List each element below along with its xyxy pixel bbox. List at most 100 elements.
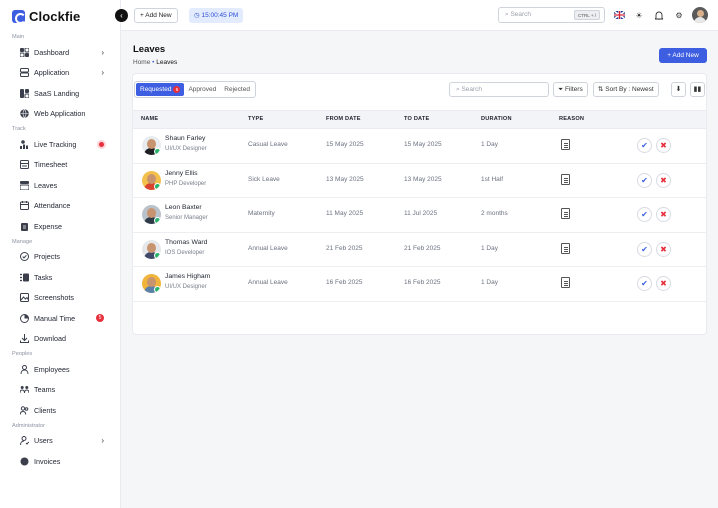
employee-name[interactable]: James Higham: [165, 273, 210, 280]
filters-label: Filters: [565, 86, 583, 93]
employee-avatar[interactable]: [142, 239, 161, 259]
breadcrumb-home[interactable]: Home: [133, 59, 150, 66]
approve-button[interactable]: ✔: [637, 138, 652, 153]
user-avatar[interactable]: [692, 7, 708, 23]
logo[interactable]: Clockfie: [0, 0, 120, 32]
sidebar-item-label: Web Application: [34, 109, 86, 119]
leaves-card: Requested 5 Approved Rejected ⌕ Search ⏷ …: [132, 73, 707, 335]
sidebar-item-web-application[interactable]: Web Application: [0, 104, 120, 125]
collapse-sidebar-button[interactable]: ‹: [115, 9, 128, 22]
leave-type: Maternity: [248, 210, 275, 217]
bell-icon[interactable]: [653, 9, 665, 21]
sidebar-item-clients[interactable]: Clients: [0, 400, 120, 421]
main-content: Leaves Home • Leaves + Add New Requested…: [121, 31, 718, 508]
approve-button[interactable]: ✔: [637, 276, 652, 291]
sidebar-item-screenshots[interactable]: Screenshots: [0, 288, 120, 309]
logo-icon: [12, 9, 26, 24]
col-to-date: TO DATE: [404, 116, 430, 122]
approve-button[interactable]: ✔: [637, 172, 652, 188]
sidebar-item-label: Invoices: [34, 456, 61, 466]
approve-button[interactable]: ✔: [637, 241, 652, 257]
sort-button[interactable]: ⇅ Sort By : Newest: [593, 82, 659, 97]
sidebar-item-download[interactable]: Download: [0, 329, 120, 350]
expense-icon: [19, 221, 29, 231]
sidebar-item-label: Download: [34, 334, 66, 344]
filters-button[interactable]: ⏷ Filters: [553, 82, 588, 97]
breadcrumb-current: Leaves: [156, 59, 178, 66]
employee-name[interactable]: Jenny Ellis: [165, 170, 198, 177]
duration: 1 Day: [481, 244, 498, 252]
employee-name[interactable]: Thomas Ward: [165, 239, 207, 246]
reject-button[interactable]: ✖: [656, 241, 671, 257]
sidebar-item-application[interactable]: Application ›: [0, 63, 120, 84]
reason-document-icon[interactable]: [561, 208, 570, 219]
approve-button[interactable]: ✔: [637, 207, 652, 222]
sidebar-item-dashboard[interactable]: Dashboard ›: [0, 42, 120, 63]
col-type: TYPE: [248, 116, 264, 122]
header-add-new-button[interactable]: + Add New: [134, 8, 178, 23]
sidebar-item-tasks[interactable]: Tasks: [0, 267, 120, 288]
reject-button[interactable]: ✖: [656, 207, 671, 222]
to-date: 15 May 2025: [404, 141, 442, 148]
tracking-icon: [19, 139, 29, 149]
employee-avatar[interactable]: [142, 170, 161, 190]
tab-rejected[interactable]: Rejected: [220, 83, 254, 96]
sidebar-item-expense[interactable]: Expense: [0, 216, 120, 237]
tab-requested[interactable]: Requested 5: [136, 83, 185, 96]
sidebar-section-administrator: Administrator: [12, 422, 45, 429]
employee-avatar[interactable]: [142, 274, 161, 293]
employee-name[interactable]: Leon Baxter: [165, 204, 202, 211]
projects-icon: [19, 252, 29, 262]
settings-gear-icon[interactable]: ⚙: [673, 9, 685, 21]
leave-type: Sick Leave: [248, 175, 280, 183]
employee-name[interactable]: Shaun Farley: [165, 135, 205, 142]
employee-avatar[interactable]: [142, 136, 161, 155]
reason-document-icon[interactable]: [561, 277, 570, 288]
reject-button[interactable]: ✖: [656, 138, 671, 153]
from-date: 13 May 2025: [326, 175, 364, 183]
leave-type: Annual Leave: [248, 279, 288, 286]
leaves-icon: [19, 180, 29, 190]
sidebar-item-label: Employees: [34, 364, 70, 374]
sidebar-item-saas-landing[interactable]: SaaS Landing: [0, 83, 120, 104]
sidebar-item-invoices[interactable]: Invoices: [0, 451, 120, 472]
manual-time-count-badge: 5: [96, 314, 104, 323]
header-search-input[interactable]: ⌕ Search CTRL + /: [498, 7, 605, 23]
sidebar-nav: Main Dashboard › Application › SaaS Landing We…: [0, 32, 120, 472]
sidebar-item-teams[interactable]: Teams: [0, 380, 120, 401]
employee-avatar[interactable]: [142, 205, 161, 224]
theme-sun-icon[interactable]: ☀: [633, 9, 645, 21]
reason-document-icon[interactable]: [561, 242, 570, 254]
search-shortcut: CTRL + /: [574, 10, 600, 20]
chevron-right-icon: ›: [101, 436, 104, 446]
export-download-button[interactable]: ⬇: [671, 82, 686, 97]
sidebar-item-timesheet[interactable]: Timesheet: [0, 155, 120, 176]
sidebar-item-label: Application: [34, 68, 70, 78]
sidebar-section-track: Track: [12, 126, 26, 132]
download-icon: ⬇: [675, 86, 682, 93]
sidebar-item-live-tracking[interactable]: Live Tracking: [0, 134, 120, 155]
add-leave-button[interactable]: + Add New: [659, 48, 707, 63]
language-flag-icon[interactable]: [613, 9, 625, 21]
reject-button[interactable]: ✖: [656, 276, 671, 291]
page-title: Leaves: [133, 44, 166, 55]
tab-approved[interactable]: Approved: [184, 83, 220, 96]
sidebar-item-leaves[interactable]: Leaves: [0, 175, 120, 196]
col-name: NAME: [141, 116, 159, 122]
clock-icon: [19, 313, 29, 323]
timesheet-icon: [19, 160, 29, 170]
landing-icon: [19, 88, 29, 98]
columns-view-button[interactable]: ▮▮: [690, 82, 705, 97]
sidebar-item-users[interactable]: Users ›: [0, 431, 120, 452]
table-search-input[interactable]: ⌕ Search: [449, 82, 549, 97]
to-date: 16 Feb 2025: [404, 279, 441, 286]
duration: 1 Day: [481, 279, 498, 286]
sidebar-item-attendance[interactable]: Attendance: [0, 196, 120, 217]
reason-document-icon[interactable]: [561, 173, 570, 185]
sidebar-item-employees[interactable]: Employees: [0, 359, 120, 380]
sidebar-item-manual-time[interactable]: Manual Time 5: [0, 308, 120, 329]
sidebar-item-projects[interactable]: Projects: [0, 247, 120, 268]
status-tabs: Requested 5 Approved Rejected: [134, 81, 256, 98]
reason-document-icon[interactable]: [561, 139, 570, 150]
reject-button[interactable]: ✖: [656, 172, 671, 188]
